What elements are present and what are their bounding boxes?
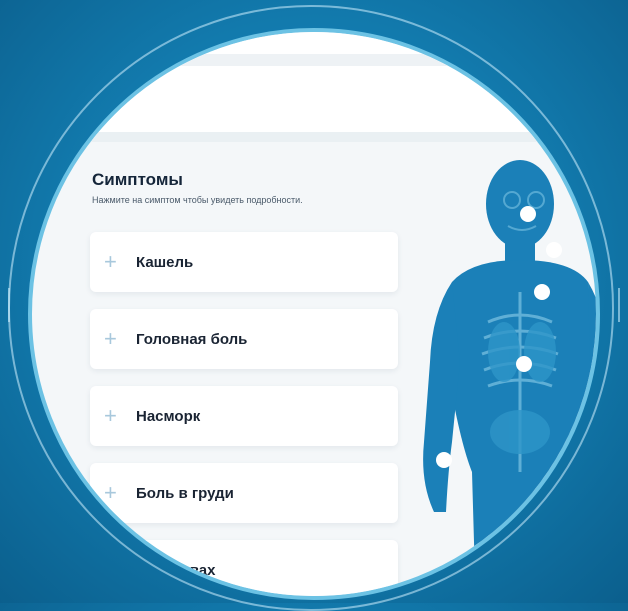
symptom-label: Головная боль: [136, 330, 248, 348]
header-divider-bottom: [32, 132, 596, 142]
plus-icon: +: [104, 326, 117, 351]
hotspot-throat[interactable]: [534, 284, 550, 300]
ring-tick-left: [8, 288, 10, 322]
symptom-item-headache[interactable]: + Головная боль: [90, 309, 398, 369]
header-divider: [32, 54, 596, 66]
plus-icon: +: [104, 249, 117, 274]
plus-icon: +: [104, 557, 117, 582]
header-band: [32, 32, 596, 142]
symptom-label: Боль в груди: [136, 484, 234, 502]
symptom-item-chest-pain[interactable]: + Боль в груди: [90, 463, 398, 523]
hotspot-elbow[interactable]: [436, 452, 452, 468]
symptom-item-runny-nose[interactable]: + Насморк: [90, 386, 398, 446]
ring-tick-right: [618, 288, 620, 322]
hotspot-ear[interactable]: [546, 242, 562, 258]
symptom-item-joint-pain[interactable]: + в суставах: [90, 540, 398, 596]
plus-icon: +: [104, 480, 117, 505]
screen-circle-viewport: Симптомы Нажмите на симптом чтобы увидет…: [28, 28, 600, 600]
hotspot-head[interactable]: [520, 206, 536, 222]
symptoms-title: Симптомы: [92, 170, 183, 189]
anatomy-body-figure: [423, 160, 596, 596]
symptom-label: Насморк: [136, 407, 201, 425]
body-arm-left: [423, 282, 460, 512]
body-legs: [472, 472, 572, 596]
hotspot-chest[interactable]: [516, 356, 532, 372]
symptom-item-cough[interactable]: + Кашель: [90, 232, 398, 292]
symptoms-subtitle: Нажмите на симптом чтобы увидеть подробн…: [92, 195, 303, 205]
symptom-label: Кашель: [136, 253, 194, 271]
plus-icon: +: [104, 403, 117, 428]
symptom-label: в суставах: [136, 561, 216, 579]
